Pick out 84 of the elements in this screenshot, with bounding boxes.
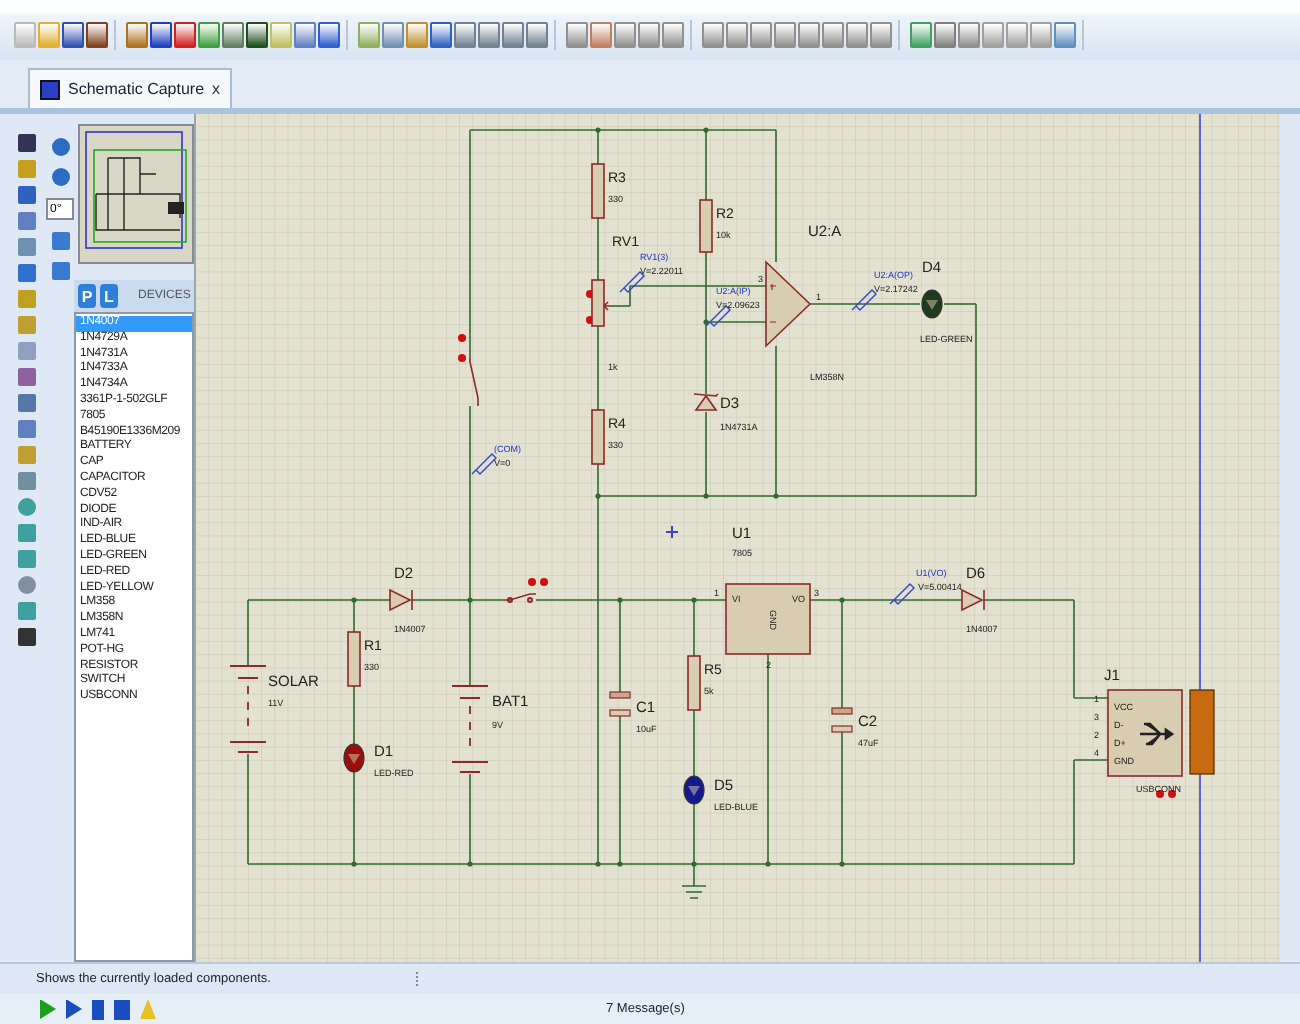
toolbar-button[interactable] — [294, 22, 316, 48]
probe-icon — [851, 289, 877, 311]
junction-dot — [703, 493, 709, 499]
junction-dot — [839, 597, 845, 603]
mirror-vertical-button[interactable] — [51, 262, 69, 280]
resistor-symbol — [347, 631, 361, 687]
toolbar-button[interactable] — [174, 22, 196, 48]
ground-symbol — [681, 885, 707, 899]
overview-drawing — [78, 124, 194, 264]
probe-icon — [619, 271, 645, 293]
toolbar-button[interactable] — [150, 22, 172, 48]
resistor-symbol — [699, 199, 713, 253]
probe-icon — [705, 305, 731, 327]
zener-diode-symbol — [693, 393, 719, 411]
junction-dot — [617, 597, 623, 603]
junction-dot — [691, 861, 697, 867]
toolbar-button[interactable] — [86, 22, 108, 48]
toolbar-button[interactable] — [430, 22, 452, 48]
junction-dot — [467, 861, 473, 867]
op-amp-symbol — [765, 260, 812, 348]
toolbar-button[interactable] — [454, 22, 476, 48]
toolbar-button[interactable] — [526, 22, 548, 48]
resistor-symbol — [687, 655, 701, 711]
pin-marker-dot — [458, 354, 466, 362]
picker-mode-button[interactable]: L — [100, 284, 118, 308]
step-button[interactable] — [66, 999, 82, 1019]
resistor-symbol — [591, 163, 605, 219]
probe-icon — [889, 583, 915, 605]
play-button[interactable] — [40, 999, 56, 1019]
junction-dot — [691, 597, 697, 603]
junction-dot — [595, 861, 601, 867]
capacitor-symbol — [831, 707, 853, 733]
switch-symbol — [469, 357, 479, 407]
junction-dot — [703, 319, 709, 325]
potentiometer-symbol — [591, 279, 613, 327]
diode-symbol — [961, 589, 985, 612]
wire — [809, 303, 921, 305]
wire — [597, 217, 599, 281]
rotate-anticlockwise-button[interactable] — [51, 168, 69, 186]
diode-symbol — [389, 589, 413, 612]
toolbar-button[interactable] — [62, 22, 84, 48]
toolbar-button[interactable] — [246, 22, 268, 48]
junction-dot — [351, 861, 357, 867]
junction-dot — [351, 597, 357, 603]
wire — [353, 685, 355, 745]
junction-dot — [595, 493, 601, 499]
junction-dot — [467, 597, 473, 603]
battery-symbol — [451, 685, 489, 773]
wire — [597, 325, 599, 411]
mirror-horizontal-button[interactable] — [51, 232, 69, 250]
close-button[interactable]: x — [212, 80, 221, 98]
pin-marker-dot — [540, 578, 548, 586]
capacitor-symbol — [609, 691, 631, 717]
junction-dot — [703, 127, 709, 133]
rotate-clockwise-button[interactable] — [51, 138, 69, 156]
picker-mode-button[interactable]: P — [78, 284, 96, 308]
pin-marker-dot — [1156, 790, 1164, 798]
toolbar-button[interactable] — [126, 22, 148, 48]
junction-dot — [617, 861, 623, 867]
pin-marker-dot — [528, 578, 536, 586]
probe-icon — [471, 453, 497, 475]
origin-marker-icon — [665, 525, 679, 539]
battery-symbol — [229, 665, 267, 753]
junction-dot — [839, 861, 845, 867]
tab-label: Schematic Capture — [68, 80, 205, 98]
toolbar-button[interactable] — [318, 22, 340, 48]
junction-dot — [773, 493, 779, 499]
pin-marker-dot — [1168, 790, 1176, 798]
toolbar-button[interactable] — [222, 22, 244, 48]
pause-button[interactable] — [92, 999, 104, 1019]
stop-button[interactable] — [114, 999, 130, 1019]
junction-dot — [765, 861, 771, 867]
usb-connector-symbol — [1107, 689, 1215, 777]
schematic-icon — [40, 79, 60, 99]
wire — [693, 709, 695, 777]
resistor-symbol — [591, 409, 605, 465]
toolbar-button[interactable] — [934, 22, 956, 48]
regulator-symbol — [725, 583, 811, 655]
junction-dot — [595, 127, 601, 133]
switch-symbol — [503, 593, 537, 603]
pin-marker-dot — [458, 334, 466, 342]
schematic-tab[interactable]: Schematic Capture x — [28, 68, 233, 108]
toolbar-button[interactable] — [502, 22, 524, 48]
toolbar-button[interactable] — [478, 22, 500, 48]
